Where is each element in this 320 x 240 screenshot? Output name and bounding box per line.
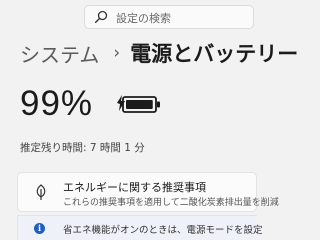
info-text: 省エネ機能がオンのときは、電源モードを設定 (63, 225, 263, 236)
search-icon (94, 10, 108, 24)
info-icon: i (34, 223, 45, 234)
battery-charging-icon (117, 95, 160, 113)
battery-estimate: 推定残り時間: 7 時間 1 分 (20, 140, 145, 155)
recommendation-description: これらの推奨事項を適用して二酸化炭素排出量を削減 (63, 198, 279, 208)
energy-saver-info-bar: i 省エネ機能がオンのときは、電源モードを設定 (17, 215, 263, 240)
estimate-value: 7 時間 1 分 (89, 142, 145, 154)
recommendation-title: エネルギーに関する推奨事項 (63, 181, 206, 194)
battery-level-fill (126, 100, 153, 109)
leaf-icon (36, 184, 46, 200)
search-box[interactable]: 設定の検索 (84, 5, 254, 29)
battery-percentage: 99% (20, 84, 94, 123)
breadcrumb: システム › 電源とバッテリー (20, 38, 298, 68)
page-title: 電源とバッテリー (130, 42, 299, 66)
breadcrumb-system-link[interactable]: システム (20, 39, 99, 68)
chevron-right-icon: › (113, 43, 121, 63)
energy-recommendations-card[interactable]: エネルギーに関する推奨事項 これらの推奨事項を適用して二酸化炭素排出量を削減 (17, 172, 279, 212)
search-input[interactable]: 設定の検索 (116, 10, 171, 26)
estimate-label: 推定残り時間: (20, 142, 87, 154)
